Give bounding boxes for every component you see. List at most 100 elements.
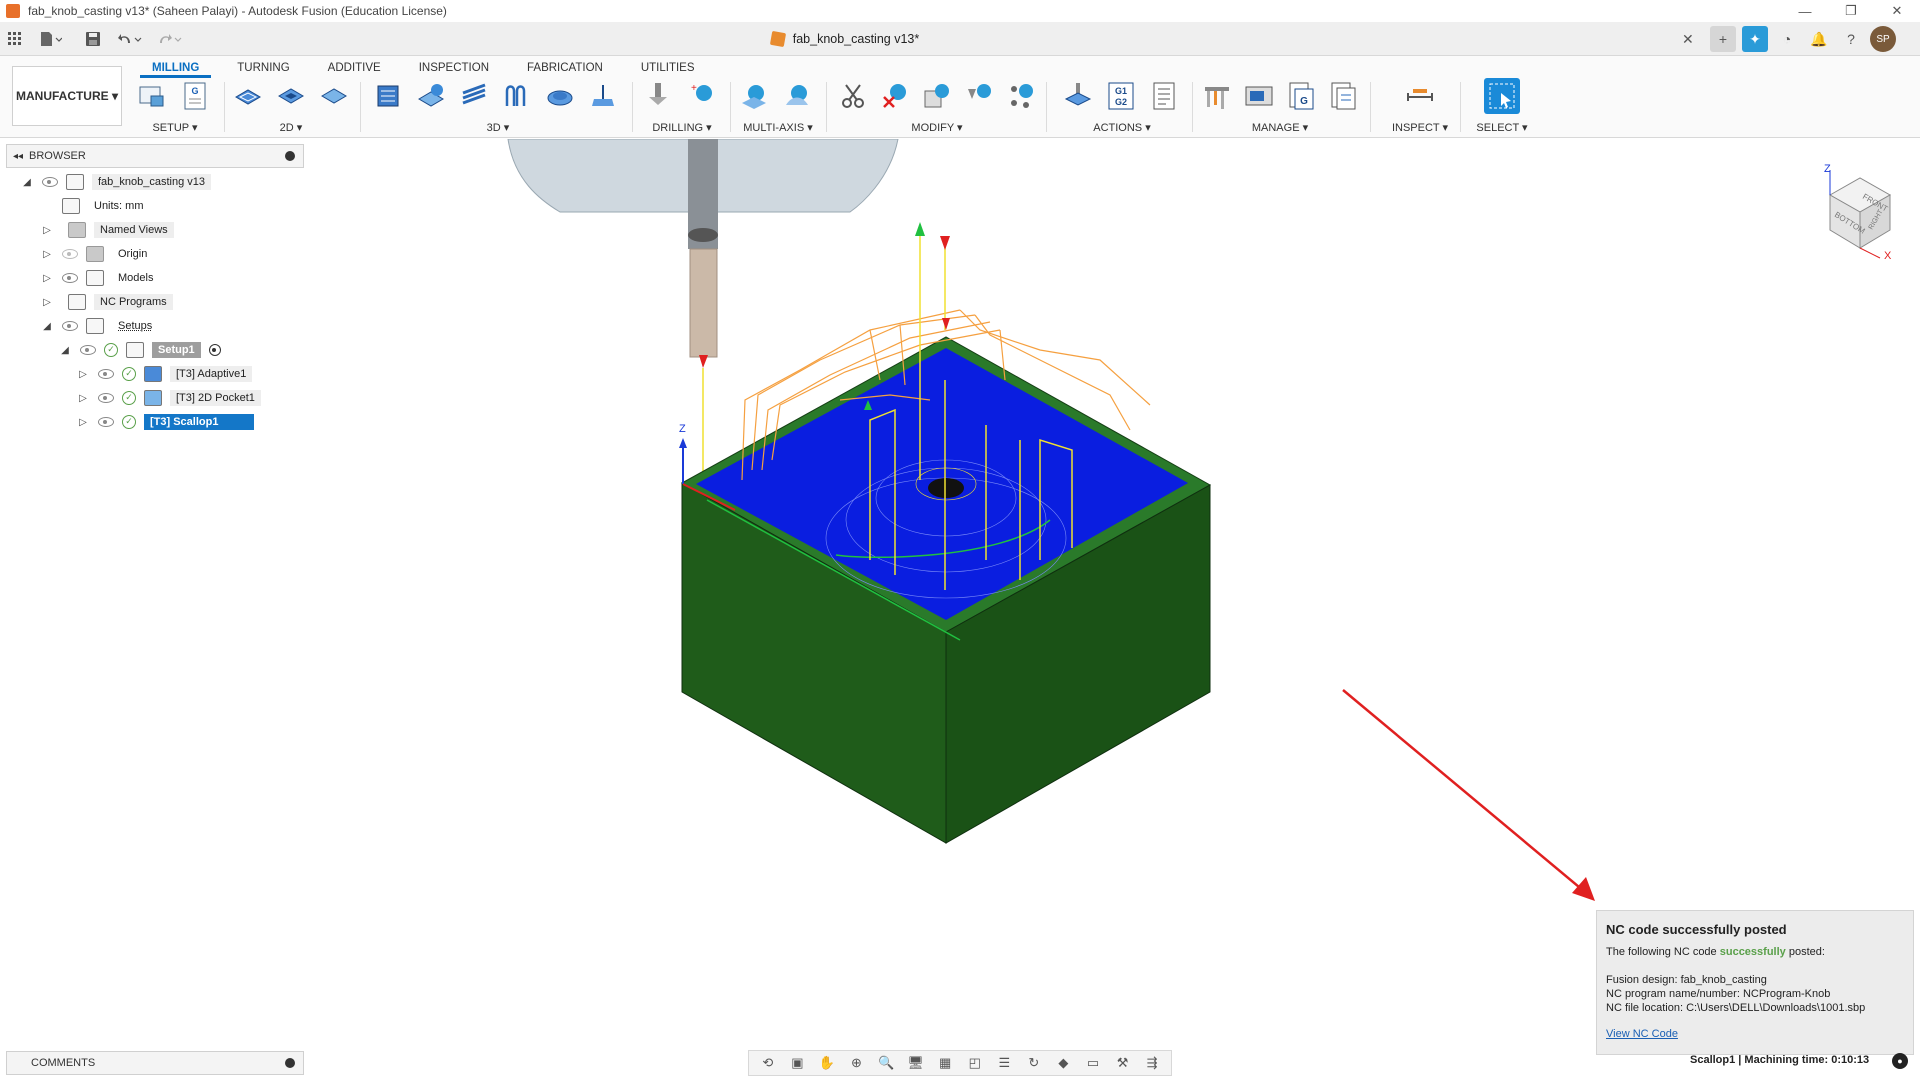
grid-settings-icon[interactable]: ▦ [933, 1053, 957, 1073]
template-library-icon[interactable] [1325, 78, 1360, 114]
2d-pocket-icon[interactable] [273, 78, 309, 114]
new-setup-icon[interactable] [134, 78, 170, 114]
display-settings-icon[interactable]: 🖥 [904, 1053, 928, 1073]
help-icon[interactable]: ? [1838, 26, 1864, 52]
workspace-switcher[interactable]: MANUFACTURE ▾ [12, 66, 122, 126]
actions-group-label[interactable]: ACTIONS ▾ [1060, 121, 1184, 134]
transform-icon[interactable] [961, 78, 996, 114]
visibility-eye-icon[interactable] [62, 249, 78, 259]
notifications-bell-icon[interactable]: 🔔 [1806, 26, 1832, 52]
tab-utilities[interactable]: UTILITIES [629, 58, 707, 78]
post-library-icon[interactable]: G [1284, 78, 1319, 114]
orbit-icon[interactable]: ⟲ [756, 1053, 780, 1073]
view-nc-code-link[interactable]: View NC Code [1606, 1027, 1678, 1041]
stock-display-icon[interactable]: ▭ [1081, 1053, 1105, 1073]
tree-named-views[interactable]: ▷ Named Views [40, 220, 174, 240]
tree-root[interactable]: ◢ fab_knob_casting v13 [20, 172, 212, 192]
2d-group-label[interactable]: 2D ▾ [230, 121, 352, 134]
layers-icon[interactable]: ☰ [992, 1053, 1016, 1073]
machine-display-icon[interactable]: ⇶ [1140, 1053, 1164, 1073]
minimize-button[interactable]: — [1782, 0, 1828, 22]
new-tab-icon[interactable]: + [1710, 26, 1736, 52]
select-group-label[interactable]: SELECT ▾ [1466, 121, 1538, 134]
setup-sheet-icon[interactable] [1146, 78, 1182, 114]
close-document-button[interactable]: ✕ [1682, 31, 1694, 48]
expand-toggle[interactable]: ▷ [40, 225, 54, 236]
zoom-icon[interactable]: ⊕ [844, 1053, 868, 1073]
job-status-icon[interactable]: ◔ [1774, 26, 1800, 52]
machine-library-icon[interactable] [1242, 78, 1277, 114]
3d-pocket-icon[interactable] [413, 78, 449, 114]
add-comment-icon[interactable] [285, 1058, 295, 1068]
drill-icon[interactable] [640, 78, 676, 114]
simulate-icon[interactable] [1060, 78, 1096, 114]
tab-inspection[interactable]: INSPECTION [407, 58, 501, 78]
view-cube[interactable]: FRONT BOTTOM RIGHT Z X [1800, 160, 1900, 262]
tree-setup1[interactable]: ◢ ✓ Setup1 [58, 340, 221, 360]
look-at-icon[interactable]: ▣ [785, 1053, 809, 1073]
visibility-eye-icon[interactable] [62, 321, 78, 331]
expand-toggle[interactable]: ▷ [40, 273, 54, 284]
manage-group-label[interactable]: MANAGE ▾ [1200, 121, 1360, 134]
tab-additive[interactable]: ADDITIVE [316, 58, 393, 78]
viewports-icon[interactable]: ◰ [963, 1053, 987, 1073]
tree-op-pocket[interactable]: ▷ ✓ [T3] 2D Pocket1 [76, 388, 261, 408]
restore-button[interactable]: ❐ [1828, 0, 1874, 22]
setup-group-label[interactable]: SETUP ▾ [134, 121, 216, 134]
inspect-group-label[interactable]: INSPECT ▾ [1380, 121, 1460, 134]
viewport-canvas[interactable]: Z [305, 138, 1920, 1039]
tree-models[interactable]: ▷ Models [40, 268, 159, 288]
tree-op-scallop[interactable]: ▷ ✓ [T3] Scallop1 [76, 412, 254, 432]
tab-milling[interactable]: MILLING [140, 58, 212, 78]
document-tab[interactable]: fab_knob_casting v13* [0, 22, 1690, 56]
status-indicator-icon[interactable]: ● [1892, 1053, 1908, 1069]
tab-turning[interactable]: TURNING [225, 58, 301, 78]
face-icon[interactable] [316, 78, 352, 114]
tree-origin[interactable]: ▷ Origin [40, 244, 153, 264]
visibility-eye-icon[interactable] [62, 273, 78, 283]
flow-icon[interactable] [585, 78, 621, 114]
browser-pin-icon[interactable] [285, 151, 295, 161]
measure-icon[interactable] [1402, 78, 1438, 114]
user-avatar[interactable]: SP [1870, 26, 1896, 52]
visibility-eye-icon[interactable] [80, 345, 96, 355]
tool-library-icon[interactable] [1200, 78, 1235, 114]
fit-icon[interactable]: 🔍 [874, 1053, 898, 1073]
steep-and-shallow-icon[interactable] [456, 78, 492, 114]
3d-adaptive-icon[interactable] [370, 78, 406, 114]
post-process-icon[interactable]: G1 G2 [1103, 78, 1139, 114]
pan-icon[interactable]: ✋ [815, 1053, 839, 1073]
pattern-icon[interactable] [1003, 78, 1038, 114]
select-cursor-icon[interactable] [1484, 78, 1520, 114]
tree-units[interactable]: Units: mm [54, 196, 150, 216]
tree-setups[interactable]: ◢ Setups [40, 316, 158, 336]
3d-group-label[interactable]: 3D ▾ [370, 121, 626, 134]
multi-axis-contour-icon[interactable] [779, 78, 815, 114]
expand-toggle[interactable]: ▷ [40, 249, 54, 260]
tab-fabrication[interactable]: FABRICATION [515, 58, 615, 78]
activate-setup-icon[interactable] [208, 344, 221, 356]
scallop-icon[interactable] [542, 78, 578, 114]
expand-toggle[interactable]: ◢ [58, 345, 72, 356]
cut-icon[interactable] [836, 78, 871, 114]
toolpath-display-icon[interactable]: ◆ [1051, 1053, 1075, 1073]
visibility-eye-icon[interactable] [98, 417, 114, 427]
expand-toggle[interactable]: ◢ [20, 177, 34, 188]
multi-axis-group-label[interactable]: MULTI-AXIS ▾ [736, 121, 820, 134]
visibility-eye-icon[interactable] [98, 369, 114, 379]
tree-nc-programs[interactable]: ▷ NC Programs [40, 292, 173, 312]
drilling-group-label[interactable]: DRILLING ▾ [640, 121, 724, 134]
expand-toggle[interactable]: ▷ [40, 297, 54, 308]
visibility-eye-icon[interactable] [42, 177, 58, 187]
delete-icon[interactable] [878, 78, 913, 114]
duplicate-icon[interactable] [920, 78, 955, 114]
expand-toggle[interactable]: ▷ [76, 369, 90, 380]
tree-op-adaptive[interactable]: ▷ ✓ [T3] Adaptive1 [76, 364, 253, 384]
simulation-icon[interactable]: ↻ [1022, 1053, 1046, 1073]
swarf-icon[interactable] [736, 78, 772, 114]
expand-toggle[interactable]: ◢ [40, 321, 54, 332]
close-window-button[interactable]: ✕ [1874, 0, 1920, 22]
visibility-eye-icon[interactable] [98, 393, 114, 403]
tool-display-icon[interactable]: ⚒ [1111, 1053, 1135, 1073]
collapse-browser-icon[interactable]: ◂◂ [7, 151, 29, 162]
